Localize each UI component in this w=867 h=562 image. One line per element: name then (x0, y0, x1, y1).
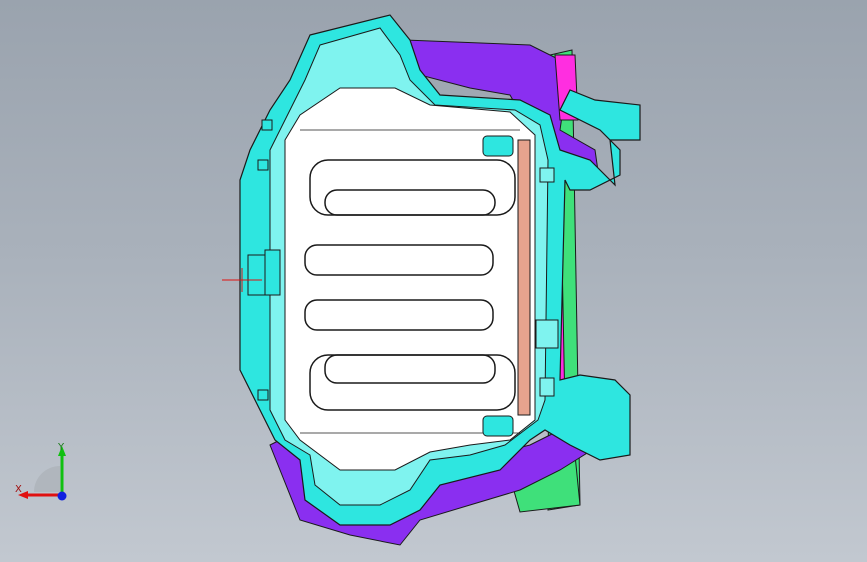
cyan-tab-top (482, 135, 514, 157)
vehicle-floor-assembly-model[interactable] (0, 0, 867, 562)
z-axis-dot (57, 491, 67, 501)
copper-cross-rail (517, 139, 531, 416)
cad-viewport[interactable]: Y X (0, 0, 867, 562)
orientation-triad[interactable]: Y X (14, 440, 84, 510)
y-axis-label: Y (57, 442, 65, 453)
x-axis-label: X (15, 484, 22, 495)
triad-plane (34, 466, 60, 492)
cyan-tab-bottom (482, 415, 514, 437)
